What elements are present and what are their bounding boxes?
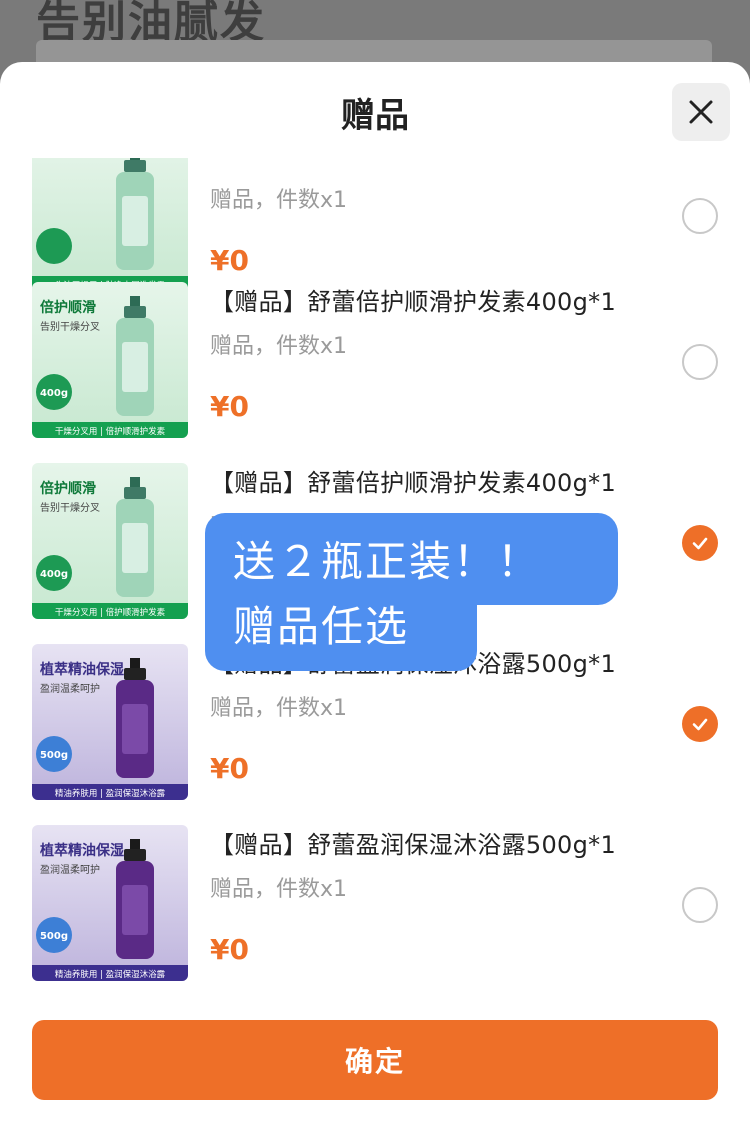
svg-text:盈润温柔呵护: 盈润温柔呵护 — [40, 682, 100, 695]
svg-text:植萃精油保湿: 植萃精油保湿 — [39, 842, 124, 859]
promo-callout: 送２瓶正装！！ 赠品任选 — [205, 513, 619, 671]
close-button[interactable] — [672, 83, 730, 141]
product-image: 植萃精油保湿 盈润温柔呵护 500g 精油养肤用 | 盈润保湿沐浴露 — [32, 825, 188, 981]
svg-text:倍护顺滑: 倍护顺滑 — [40, 480, 96, 497]
svg-text:400g: 400g — [40, 569, 68, 580]
promo-line-2: 赠品任选 — [233, 602, 410, 651]
gift-item[interactable]: 头油干燥用 | 肤净去屑洗发露 赠品，件数x1 ¥0 — [0, 158, 750, 296]
product-image: 头油干燥用 | 肤净去屑洗发露 — [32, 158, 188, 292]
gift-item[interactable]: 倍护顺滑 告别干燥分叉 400g 干燥分叉用 | 倍护顺滑护发素 【赠品】舒蕾倍… — [0, 282, 750, 442]
sheet-title: 赠品 — [341, 96, 409, 136]
svg-text:精油养肤用 | 盈润保湿沐浴露: 精油养肤用 | 盈润保湿沐浴露 — [55, 788, 166, 799]
promo-line-1: 送２瓶正装！！ — [233, 537, 542, 586]
svg-text:精油养肤用 | 盈润保湿沐浴露: 精油养肤用 | 盈润保湿沐浴露 — [55, 969, 166, 980]
svg-text:500g: 500g — [40, 931, 68, 942]
svg-text:干燥分叉用 | 倍护顺滑护发素: 干燥分叉用 | 倍护顺滑护发素 — [55, 607, 166, 618]
gift-item[interactable]: 植萃精油保湿 盈润温柔呵护 500g 精油养肤用 | 盈润保湿沐浴露 【赠品】舒… — [0, 825, 750, 985]
product-image: 倍护顺滑 告别干燥分叉 400g 干燥分叉用 | 倍护顺滑护发素 — [32, 282, 188, 438]
item-price: ¥0 — [210, 752, 249, 785]
select-radio[interactable] — [682, 344, 718, 380]
select-radio[interactable] — [682, 525, 718, 561]
item-price: ¥0 — [210, 390, 249, 423]
check-icon — [692, 537, 708, 550]
check-icon — [692, 718, 708, 731]
select-radio[interactable] — [682, 198, 718, 234]
confirm-button[interactable]: 确定 — [32, 1020, 718, 1100]
svg-text:400g: 400g — [40, 388, 68, 399]
gift-sheet: 赠品 头油干燥用 | 肤净去屑洗发露 赠品，件数x1 ¥0 倍护顺滑 告别干燥分… — [0, 62, 750, 1130]
item-subtitle: 赠品，件数x1 — [210, 188, 348, 213]
select-radio[interactable] — [682, 706, 718, 742]
item-title: 【赠品】舒蕾盈润保湿沐浴露500g*1 — [210, 831, 617, 859]
item-subtitle: 赠品，件数x1 — [210, 334, 348, 359]
item-price: ¥0 — [210, 244, 249, 277]
close-icon — [689, 100, 713, 124]
svg-text:植萃精油保湿: 植萃精油保湿 — [39, 661, 124, 678]
item-title: 【赠品】舒蕾倍护顺滑护发素400g*1 — [210, 288, 617, 316]
svg-text:盈润温柔呵护: 盈润温柔呵护 — [40, 863, 100, 876]
item-price: ¥0 — [210, 933, 249, 966]
product-image: 倍护顺滑 告别干燥分叉 400g 干燥分叉用 | 倍护顺滑护发素 — [32, 463, 188, 619]
item-title: 【赠品】舒蕾倍护顺滑护发素400g*1 — [210, 469, 617, 497]
product-image: 植萃精油保湿 盈润温柔呵护 500g 精油养肤用 | 盈润保湿沐浴露 — [32, 644, 188, 800]
select-radio[interactable] — [682, 887, 718, 923]
item-subtitle: 赠品，件数x1 — [210, 696, 348, 721]
svg-text:告别干燥分叉: 告别干燥分叉 — [40, 320, 100, 333]
svg-text:500g: 500g — [40, 750, 68, 761]
item-subtitle: 赠品，件数x1 — [210, 877, 348, 902]
svg-text:干燥分叉用 | 倍护顺滑护发素: 干燥分叉用 | 倍护顺滑护发素 — [55, 426, 166, 437]
svg-text:倍护顺滑: 倍护顺滑 — [40, 299, 96, 316]
svg-text:告别干燥分叉: 告别干燥分叉 — [40, 501, 100, 514]
